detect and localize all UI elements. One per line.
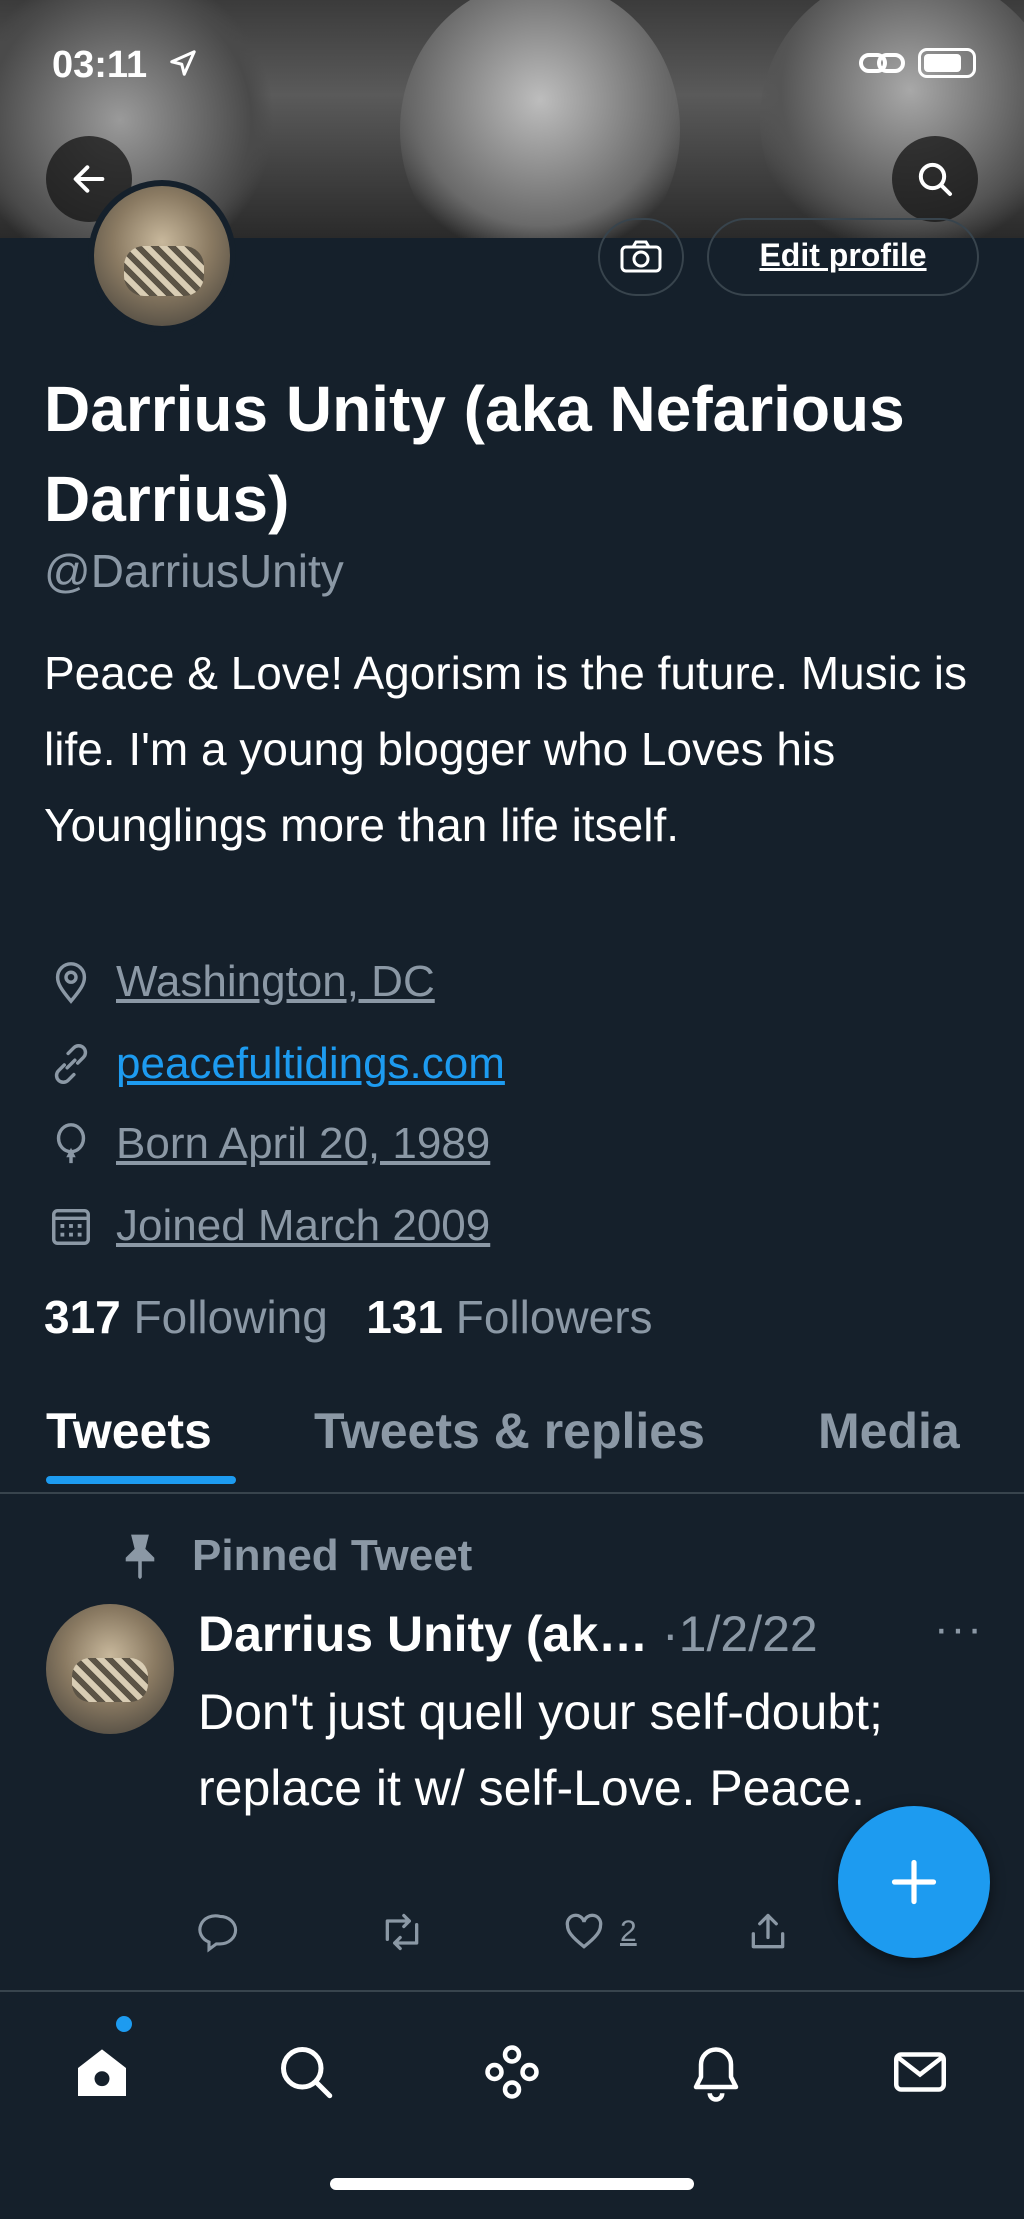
- joined-row: Joined March 2009: [46, 1196, 490, 1256]
- share-button[interactable]: [746, 1910, 790, 1954]
- calendar-icon: [46, 1201, 96, 1251]
- reply-button[interactable]: [198, 1910, 242, 1954]
- profile-avatar[interactable]: [88, 180, 236, 332]
- tab-tweets-replies[interactable]: Tweets & replies: [314, 1402, 705, 1460]
- retweet-button[interactable]: [378, 1910, 426, 1954]
- home-indicator-bar[interactable]: [330, 2178, 694, 2190]
- spaces-icon: [485, 2045, 539, 2099]
- status-bar: 03:11: [0, 0, 1024, 130]
- like-count: 2: [620, 1915, 637, 1948]
- nav-messages[interactable]: [880, 2032, 960, 2112]
- nav-notifications[interactable]: [676, 2032, 756, 2112]
- pin-icon: [116, 1531, 164, 1581]
- bell-icon: [693, 2047, 739, 2102]
- retweet-icon: [385, 1913, 419, 1951]
- profile-handle: @DarriusUnity: [44, 545, 344, 597]
- reply-icon: [198, 1914, 238, 1953]
- balloon-icon: [46, 1119, 96, 1169]
- tweet-header: Darrius Unity (ak… ·1/2/22: [198, 1600, 818, 1668]
- search-icon: [918, 162, 952, 196]
- birthday-row: Born April 20, 1989: [46, 1114, 490, 1174]
- location-row[interactable]: Washington, DC: [46, 952, 435, 1012]
- joined-text: Joined March 2009: [116, 1201, 491, 1250]
- camera-icon: [620, 240, 662, 273]
- tweet-date[interactable]: ·1/2/22: [662, 1606, 818, 1662]
- nav-home[interactable]: [62, 2032, 142, 2112]
- like-button[interactable]: 2: [562, 1910, 637, 1954]
- birthday-text: Born April 20, 1989: [116, 1119, 491, 1168]
- tab-tweets[interactable]: Tweets: [46, 1402, 212, 1460]
- compose-tweet-button[interactable]: [838, 1806, 990, 1958]
- camera-button[interactable]: [598, 218, 684, 296]
- search-icon: [281, 2047, 333, 2099]
- battery-icon: [918, 48, 976, 78]
- pinned-label-row: Pinned Tweet: [116, 1526, 472, 1586]
- location-text[interactable]: Washington, DC: [116, 957, 435, 1007]
- heart-icon: [565, 1913, 603, 1949]
- website-link[interactable]: peacefultidings.com: [116, 1039, 505, 1089]
- display-name: Darrius Unity (aka Nefarious Darrius): [44, 373, 905, 535]
- following-link[interactable]: 317 Following: [44, 1291, 328, 1343]
- mail-icon: [894, 2052, 946, 2092]
- chain-status-icon: [859, 53, 905, 73]
- follow-counts: 317 Following 131 Followers: [44, 1290, 653, 1344]
- followers-label: Followers: [455, 1291, 653, 1343]
- tab-media[interactable]: Media: [818, 1402, 960, 1460]
- tweet-text: Don't just quell your self-doubt; replac…: [198, 1684, 883, 1816]
- search-button[interactable]: [892, 136, 978, 222]
- tweet-more-button[interactable]: ···: [934, 1604, 984, 1654]
- profile-bio: Peace & Love! Agorism is the future. Mus…: [44, 647, 967, 851]
- followers-link[interactable]: 131 Followers: [366, 1291, 652, 1343]
- website-row[interactable]: peacefultidings.com: [46, 1034, 505, 1094]
- status-time: 03:11: [52, 44, 148, 86]
- followers-count: 131: [366, 1291, 443, 1343]
- pinned-label: Pinned Tweet: [192, 1531, 473, 1580]
- arrow-left-icon: [73, 165, 105, 193]
- plus-icon: [891, 1859, 937, 1905]
- home-icon: [78, 2049, 126, 2096]
- nav-spaces[interactable]: [472, 2032, 552, 2112]
- tweet-actions: 2: [198, 1910, 958, 1970]
- location-pin-icon: [46, 957, 96, 1007]
- nav-search[interactable]: [266, 2032, 346, 2112]
- following-count: 317: [44, 1291, 121, 1343]
- share-icon: [751, 1913, 785, 1949]
- avatar-scarf: [72, 1658, 148, 1702]
- following-label: Following: [133, 1291, 328, 1343]
- link-icon: [46, 1039, 96, 1089]
- active-tab-indicator: [46, 1476, 236, 1484]
- avatar-scarf: [124, 246, 204, 296]
- tweet-avatar[interactable]: [46, 1604, 174, 1734]
- home-notification-dot: [116, 2016, 132, 2032]
- edit-profile-button[interactable]: Edit profile: [707, 218, 979, 296]
- location-arrow-icon: [170, 50, 196, 76]
- tweet-author[interactable]: Darrius Unity (ak…: [198, 1606, 648, 1662]
